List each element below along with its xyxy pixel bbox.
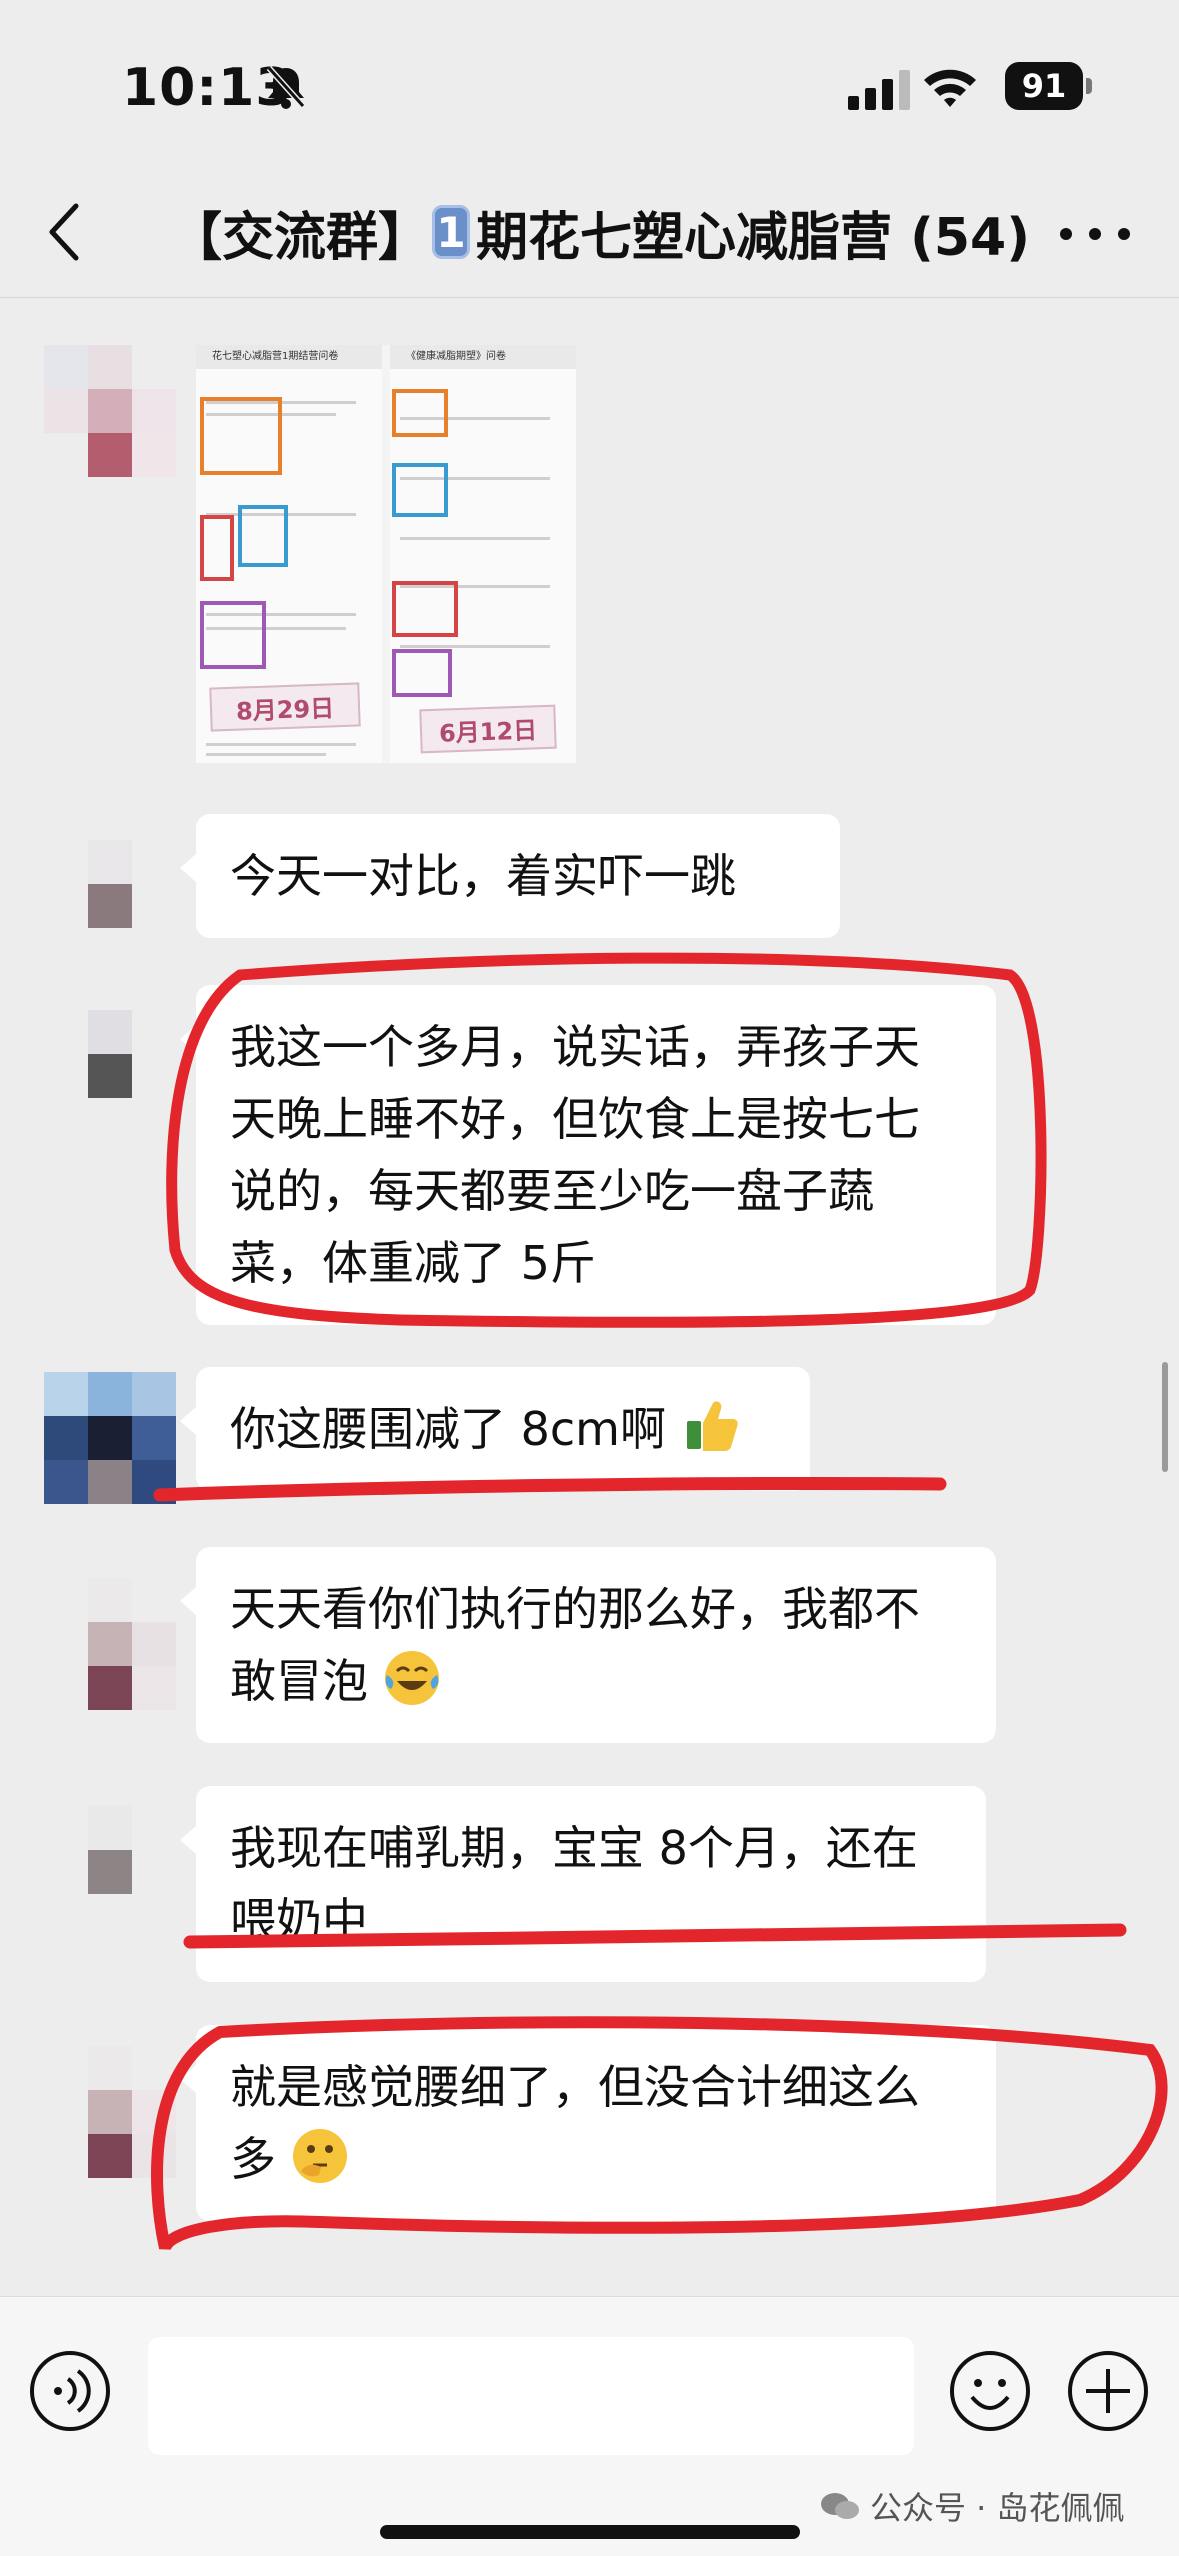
battery-level: 91 bbox=[1005, 62, 1083, 110]
thinking-face-emoji-icon bbox=[292, 2129, 347, 2183]
message-input[interactable] bbox=[148, 2337, 914, 2455]
input-bar: 公众号 · 岛花佩佩 bbox=[0, 2296, 1179, 2556]
crying-laughing-emoji-icon bbox=[384, 1651, 439, 1705]
survey-left-header: 花七塑心减脂营1期结营问卷 bbox=[196, 345, 382, 369]
emoji-icon[interactable] bbox=[948, 2349, 1032, 2433]
watermark: 公众号 · 岛花佩佩 bbox=[820, 2483, 1125, 2529]
message-bubble[interactable]: 我现在哺乳期，宝宝 8个月，还在喂奶中 bbox=[180, 1786, 986, 1982]
avatar[interactable] bbox=[44, 840, 176, 972]
message-bubble[interactable]: 我这一个多月，说实话，弄孩子天天晚上睡不好，但饮食上是按七七说的，每天都要至少吃… bbox=[180, 985, 996, 1325]
status-bar: 10:13 91 bbox=[0, 0, 1179, 170]
chat-header: 【交流群】 1 期花七塑心减脂营 (54) bbox=[0, 170, 1179, 298]
plus-icon[interactable] bbox=[1066, 2349, 1150, 2433]
scroll-indicator[interactable] bbox=[1162, 1362, 1168, 1472]
avatar[interactable] bbox=[44, 345, 176, 477]
message-text: 天天看你们执行的那么好，我都不敢冒泡 bbox=[230, 1582, 920, 1708]
avatar[interactable] bbox=[44, 1578, 176, 1710]
message-text: 今天一对比，着实吓一跳 bbox=[230, 849, 736, 903]
avatar[interactable] bbox=[44, 1806, 176, 1938]
avatar[interactable] bbox=[44, 1010, 176, 1142]
message-bubble[interactable]: 今天一对比，着实吓一跳 bbox=[180, 814, 840, 938]
survey-left-panel: 花七塑心减脂营1期结营问卷 8月29日 bbox=[196, 345, 382, 763]
message-text: 我现在哺乳期，宝宝 8个月，还在喂奶中 bbox=[230, 1821, 918, 1947]
message-text: 你这腰围减了 8cm啊 bbox=[230, 1402, 666, 1456]
watermark-text: 公众号 · 岛花佩佩 bbox=[870, 2489, 1125, 2527]
thumbs-up-icon bbox=[686, 1401, 738, 1451]
avatar[interactable] bbox=[44, 2046, 176, 2178]
home-indicator[interactable] bbox=[380, 2525, 800, 2539]
wifi-icon bbox=[924, 69, 976, 107]
chat-title-text: 期花七塑心减脂营 (54) bbox=[476, 207, 1030, 268]
message-bubble[interactable]: 天天看你们执行的那么好，我都不敢冒泡 bbox=[180, 1547, 996, 1743]
message-bubble[interactable]: 就是感觉腰细了，但没合计细这么多 bbox=[180, 2025, 996, 2221]
avatar[interactable] bbox=[44, 1372, 176, 1504]
chat-title-prefix: 【交流群】 bbox=[170, 207, 431, 268]
message-text: 我这一个多月，说实话，弄孩子天天晚上睡不好，但饮食上是按七七说的，每天都要至少吃… bbox=[230, 1020, 920, 1290]
date-tag-left: 8月29日 bbox=[209, 682, 361, 732]
battery-nub bbox=[1086, 78, 1092, 94]
number-one-badge: 1 bbox=[432, 205, 470, 259]
voice-input-icon[interactable] bbox=[28, 2349, 112, 2433]
battery-indicator: 91 bbox=[1005, 62, 1095, 110]
wechat-logo-icon bbox=[821, 2493, 859, 2519]
date-tag-right: 6月12日 bbox=[419, 704, 557, 754]
message-bubble[interactable]: 你这腰围减了 8cm啊 bbox=[180, 1367, 810, 1491]
chat-screen: 10:13 91 【交流群】 1 期花七塑心减脂营 (54) 花七塑心减脂营1期… bbox=[0, 0, 1179, 2556]
cellular-signal-icon bbox=[848, 70, 910, 110]
more-options-icon[interactable] bbox=[1060, 228, 1130, 242]
back-chevron-icon[interactable] bbox=[44, 200, 84, 264]
survey-right-header: 《健康减脂期塑》问卷 bbox=[390, 345, 576, 369]
survey-comparison-image[interactable]: 花七塑心减脂营1期结营问卷 8月29日 《健康减脂期塑》问卷 6月12日 bbox=[196, 345, 576, 763]
muted-bell-icon bbox=[266, 65, 306, 109]
chat-title: 【交流群】 1 期花七塑心减脂营 (54) bbox=[170, 192, 1030, 272]
survey-right-panel: 《健康减脂期塑》问卷 6月12日 bbox=[390, 345, 576, 763]
